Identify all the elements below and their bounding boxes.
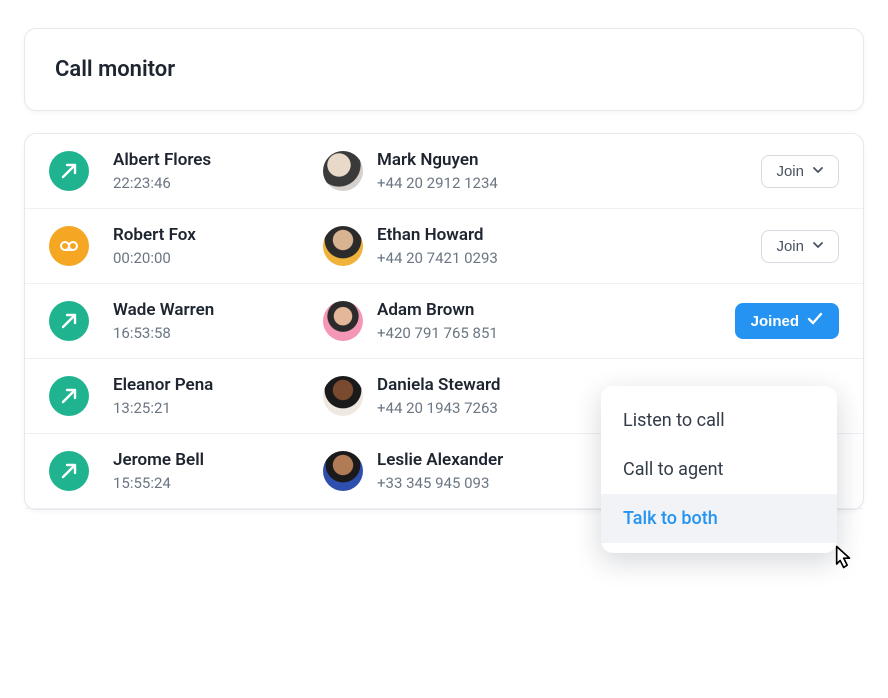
- voicemail-icon: [49, 226, 89, 266]
- avatar: [323, 376, 363, 416]
- joined-button-label: Joined: [751, 313, 799, 330]
- contact-name: Leslie Alexander: [377, 450, 503, 470]
- call-row: Robert Fox 00:20:00 Ethan Howard +44 20 742…: [25, 209, 863, 284]
- call-duration: 22:23:46: [113, 174, 323, 192]
- contact-text: Daniela Steward +44 20 1943 7263: [377, 375, 500, 417]
- action-col: Join: [719, 230, 839, 263]
- contact-phone: +44 20 2912 1234: [377, 174, 498, 192]
- contact-text: Ethan Howard +44 20 7421 0293: [377, 225, 498, 267]
- avatar: [323, 151, 363, 191]
- agent-name: Eleanor Pena: [113, 375, 323, 395]
- avatar: [323, 451, 363, 491]
- agent-name: Wade Warren: [113, 300, 323, 320]
- contact-phone: +33 345 945 093: [377, 474, 503, 492]
- pointer-cursor-icon: [825, 543, 853, 571]
- joined-button[interactable]: Joined: [735, 303, 839, 339]
- call-duration: 13:25:21: [113, 399, 323, 417]
- contact-phone: +44 20 7421 0293: [377, 249, 498, 267]
- contact-text: Adam Brown +420 791 765 851: [377, 300, 498, 342]
- avatar: [323, 226, 363, 266]
- call-duration: 00:20:00: [113, 249, 323, 267]
- agent-info: Wade Warren 16:53:58: [113, 300, 323, 342]
- status-icon-col: [49, 376, 113, 416]
- contact-phone: +44 20 1943 7263: [377, 399, 500, 417]
- join-dropdown-menu: Listen to callCall to agentTalk to both: [601, 386, 837, 553]
- check-icon: [807, 311, 823, 331]
- dropdown-item[interactable]: Listen to call: [601, 396, 837, 445]
- outbound-arrow-icon: [49, 376, 89, 416]
- call-row: Albert Flores 22:23:46 Mark Nguyen +44 20 2…: [25, 134, 863, 209]
- contact-name: Daniela Steward: [377, 375, 500, 395]
- chevron-down-icon: [812, 163, 824, 180]
- outbound-arrow-icon: [49, 151, 89, 191]
- agent-info: Albert Flores 22:23:46: [113, 150, 323, 192]
- dropdown-item[interactable]: Talk to both: [601, 494, 837, 543]
- page-title: Call monitor: [55, 57, 833, 82]
- contact-info: Adam Brown +420 791 765 851: [323, 300, 719, 342]
- join-button-label: Join: [776, 163, 804, 180]
- contact-text: Mark Nguyen +44 20 2912 1234: [377, 150, 498, 192]
- join-button[interactable]: Join: [761, 155, 839, 188]
- contact-name: Mark Nguyen: [377, 150, 498, 170]
- agent-info: Eleanor Pena 13:25:21: [113, 375, 323, 417]
- dropdown-item[interactable]: Call to agent: [601, 445, 837, 494]
- action-col: Joined: [719, 303, 839, 339]
- avatar: [323, 301, 363, 341]
- outbound-arrow-icon: [49, 301, 89, 341]
- call-duration: 15:55:24: [113, 474, 323, 492]
- agent-info: Jerome Bell 15:55:24: [113, 450, 323, 492]
- status-icon-col: [49, 226, 113, 266]
- agent-name: Jerome Bell: [113, 450, 323, 470]
- call-duration: 16:53:58: [113, 324, 323, 342]
- agent-info: Robert Fox 00:20:00: [113, 225, 323, 267]
- call-list: Albert Flores 22:23:46 Mark Nguyen +44 20 2…: [24, 133, 864, 510]
- contact-text: Leslie Alexander +33 345 945 093: [377, 450, 503, 492]
- chevron-down-icon: [812, 238, 824, 255]
- status-icon-col: [49, 151, 113, 191]
- header-card: Call monitor: [24, 28, 864, 111]
- contact-phone: +420 791 765 851: [377, 324, 498, 342]
- agent-name: Robert Fox: [113, 225, 323, 245]
- contact-name: Ethan Howard: [377, 225, 498, 245]
- contact-info: Ethan Howard +44 20 7421 0293: [323, 225, 719, 267]
- status-icon-col: [49, 451, 113, 491]
- contact-info: Mark Nguyen +44 20 2912 1234: [323, 150, 719, 192]
- status-icon-col: [49, 301, 113, 341]
- agent-name: Albert Flores: [113, 150, 323, 170]
- contact-name: Adam Brown: [377, 300, 498, 320]
- outbound-arrow-icon: [49, 451, 89, 491]
- call-row: Wade Warren 16:53:58 Adam Brown +420 791 76…: [25, 284, 863, 359]
- action-col: Join: [719, 155, 839, 188]
- join-button-label: Join: [776, 238, 804, 255]
- join-button[interactable]: Join: [761, 230, 839, 263]
